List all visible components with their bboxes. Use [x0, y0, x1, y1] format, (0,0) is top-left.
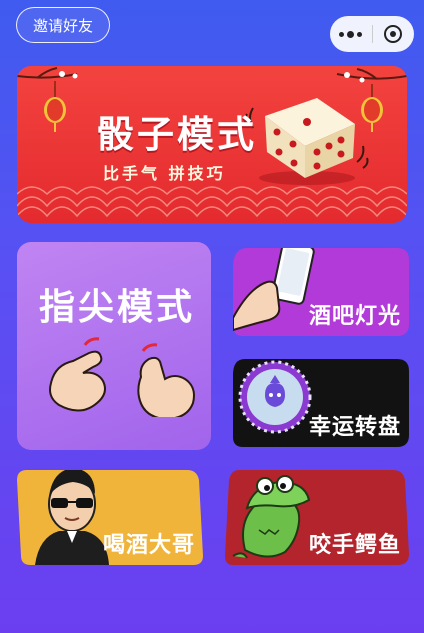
biting-crocodile-label: 咬手鳄鱼: [308, 533, 401, 558]
more-dots-icon: [339, 30, 363, 38]
target-circle-icon: [384, 25, 403, 43]
finger-mode-card[interactable]: 指尖模式: [17, 242, 211, 450]
mini-program-capsule: [330, 16, 414, 52]
lucky-wheel-label: 幸运转盘: [308, 415, 401, 440]
more-menu-button[interactable]: [330, 30, 372, 38]
top-bar: 邀请好友: [0, 0, 424, 56]
dice-mode-card[interactable]: 骰子模式 比手气 拼技巧: [17, 66, 407, 223]
biting-crocodile-card[interactable]: 咬手鳄鱼: [225, 470, 409, 565]
dice-mode-subtitle: 比手气 拼技巧: [103, 164, 226, 183]
close-mini-program-button[interactable]: [373, 25, 415, 43]
bar-light-label: 酒吧灯光: [308, 304, 401, 329]
bar-light-card[interactable]: 酒吧灯光: [233, 248, 409, 336]
dice-icon: [244, 98, 369, 185]
lantern-left-icon: [44, 81, 66, 132]
invite-friends-button[interactable]: 邀请好友: [16, 7, 110, 43]
lucky-wheel-card[interactable]: 幸运转盘: [233, 359, 409, 447]
lantern-right-icon: [361, 84, 383, 132]
drink-brother-label: 喝酒大哥: [102, 533, 195, 558]
dice-mode-title: 骰子模式: [97, 113, 257, 156]
spin-wheel-icon: [238, 360, 312, 434]
drink-brother-card[interactable]: 喝酒大哥: [17, 470, 203, 565]
finger-touch-icon: [49, 337, 195, 417]
finger-mode-title: 指尖模式: [39, 287, 196, 328]
